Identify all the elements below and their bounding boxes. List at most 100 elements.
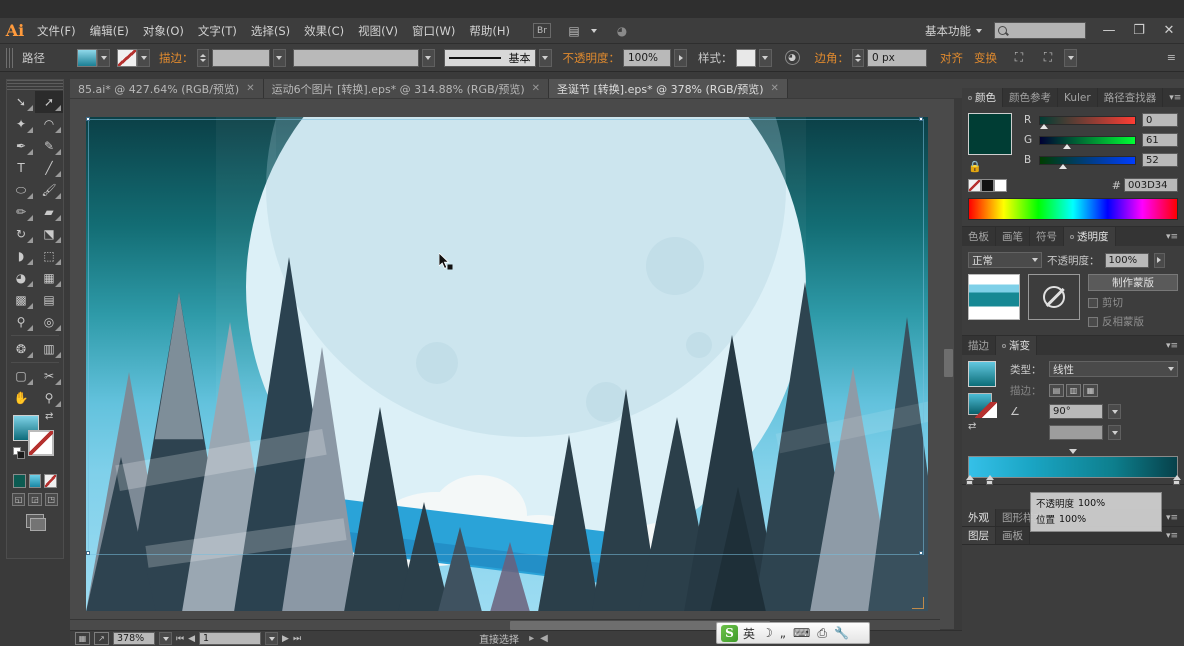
align-label[interactable]: 对齐: [940, 50, 963, 66]
type-tool[interactable]: T: [7, 157, 35, 179]
active-color-swatch[interactable]: [968, 113, 1012, 155]
gradient-angle-chevron-icon[interactable]: [1108, 404, 1121, 419]
gradient-midpoint-marker[interactable]: [1068, 449, 1077, 454]
shape-builder-tool[interactable]: ◕: [7, 267, 35, 289]
style-swatch[interactable]: [735, 48, 756, 67]
brush-dropdown-icon[interactable]: [538, 48, 552, 67]
gradient-panel-menu-icon[interactable]: ▾≡: [1160, 336, 1184, 355]
status-collapse-icon[interactable]: ◀: [540, 633, 548, 644]
channel-r-knob[interactable]: [1040, 123, 1048, 129]
status-menu-icon[interactable]: ▸: [529, 633, 534, 644]
transparency-object-thumbnail[interactable]: [968, 274, 1020, 320]
gradient-stroke-across-icon[interactable]: ▦: [1083, 384, 1098, 397]
blend-tool[interactable]: ◎: [35, 311, 63, 333]
stroke-profile-field[interactable]: [292, 48, 419, 67]
selection-tool[interactable]: ➘: [7, 91, 35, 113]
control-bar-menu-icon[interactable]: ≡: [1167, 51, 1176, 64]
transparency-mask-thumbnail[interactable]: [1028, 274, 1080, 320]
rotate-tool[interactable]: ↻: [7, 223, 35, 245]
hex-value-field[interactable]: 003D34: [1124, 178, 1178, 192]
style-dropdown-icon[interactable]: [758, 48, 772, 67]
opacity-field[interactable]: 100%: [623, 48, 671, 67]
artboard[interactable]: [86, 117, 928, 611]
ime-punctuation-icon[interactable]: „: [778, 626, 788, 640]
doc-tab-1-close-icon[interactable]: ✕: [532, 83, 540, 94]
tab-pathfinder[interactable]: 路径查找器: [1098, 88, 1164, 107]
line-segment-tool[interactable]: ╱: [35, 157, 63, 179]
mesh-tool[interactable]: ▩: [7, 289, 35, 311]
menu-effect[interactable]: 效果(C): [297, 19, 351, 43]
white-swatch[interactable]: [994, 178, 1007, 192]
tab-gradient[interactable]: 渐变: [996, 336, 1037, 355]
artboard-nav-first[interactable]: ⏮: [176, 634, 184, 644]
eyedropper-tool[interactable]: ⚲: [7, 311, 35, 333]
gradient-preview-thumbnail[interactable]: [968, 361, 996, 387]
transform-label[interactable]: 变换: [974, 50, 997, 66]
brush-definition-preview[interactable]: 基本: [443, 48, 536, 67]
share-on-behance-icon[interactable]: ↗: [94, 632, 109, 645]
color-panel-menu-icon[interactable]: ▾≡: [1163, 88, 1184, 107]
perspective-grid-tool[interactable]: ▦: [35, 267, 63, 289]
pen-tool[interactable]: ✒: [7, 135, 35, 157]
selection-anchor-bl[interactable]: [86, 551, 90, 555]
stroke-profile-dropdown-icon[interactable]: [421, 48, 435, 67]
close-button[interactable]: ✕: [1154, 20, 1184, 42]
transparency-opacity-stepper-icon[interactable]: [1153, 252, 1165, 268]
paintbrush-tool[interactable]: 🖌: [35, 179, 63, 201]
doc-tab-0-close-icon[interactable]: ✕: [246, 83, 254, 94]
blend-mode-dropdown[interactable]: 正常: [968, 252, 1042, 268]
blob-brush-tool[interactable]: ▰: [35, 201, 63, 223]
stroke-swatch[interactable]: [117, 48, 137, 67]
document-canvas[interactable]: [70, 99, 954, 629]
device-n-icon[interactable]: ▦: [75, 632, 90, 645]
default-fill-stroke-icon[interactable]: [13, 447, 25, 459]
channel-b-knob[interactable]: [1059, 163, 1067, 169]
menu-object[interactable]: 对象(O): [136, 19, 191, 43]
menu-select[interactable]: 选择(S): [244, 19, 297, 43]
menu-help[interactable]: 帮助(H): [462, 19, 517, 43]
gradient-aspect-chevron-icon[interactable]: [1108, 425, 1121, 440]
artboard-number-field[interactable]: 1: [199, 632, 262, 645]
select-similar-dropdown-icon[interactable]: [1064, 48, 1077, 67]
stroke-weight-field[interactable]: [211, 48, 270, 67]
selection-anchor-tl[interactable]: [86, 117, 90, 121]
tab-color-guide[interactable]: 颜色参考: [1003, 88, 1058, 107]
menu-window[interactable]: 窗口(W): [405, 19, 462, 43]
minimize-button[interactable]: —: [1094, 20, 1124, 42]
ime-moon-icon[interactable]: ☽: [760, 626, 775, 640]
vertical-scroll-thumb[interactable]: [944, 349, 953, 377]
gradient-stroke-along-icon[interactable]: ▥: [1066, 384, 1081, 397]
artboard-tool[interactable]: ▢: [7, 365, 35, 387]
gradient-slider-strip[interactable]: [965, 456, 1181, 485]
stroke-dropdown-icon[interactable]: [137, 48, 150, 67]
gradient-aspect-field[interactable]: [1049, 425, 1103, 440]
lasso-tool[interactable]: ◠: [35, 113, 63, 135]
symbol-sprayer-tool[interactable]: ❂: [7, 338, 35, 360]
none-swatch[interactable]: [968, 178, 981, 192]
gradient-type-dropdown[interactable]: 线性: [1049, 361, 1178, 377]
channel-b-slider[interactable]: [1039, 155, 1136, 169]
ime-settings-wrench-icon[interactable]: 🔧: [832, 626, 851, 640]
pencil-tool[interactable]: ✏: [7, 201, 35, 223]
column-graph-tool[interactable]: ▥: [35, 338, 63, 360]
transparency-panel-menu-icon[interactable]: ▾≡: [1160, 227, 1184, 246]
zoom-level-field[interactable]: 378%: [113, 632, 155, 645]
artboard-nav-next[interactable]: ▶: [282, 634, 289, 644]
workspace-selector[interactable]: 基本功能: [919, 21, 988, 41]
channel-r-value[interactable]: 0: [1142, 113, 1178, 127]
search-input[interactable]: [994, 22, 1086, 39]
tab-swatches[interactable]: 色板: [962, 227, 996, 246]
corner-field[interactable]: 0 px: [867, 48, 927, 67]
ime-language-mode[interactable]: 英: [741, 625, 757, 642]
gradient-stroke-within-icon[interactable]: ▤: [1049, 384, 1064, 397]
arrange-chevron-icon[interactable]: [589, 22, 599, 40]
bridge-icon[interactable]: Br: [532, 23, 551, 38]
ellipse-tool[interactable]: ⬭: [7, 179, 35, 201]
select-similar-icon[interactable]: ⛶: [1037, 49, 1059, 67]
screen-mode-button[interactable]: [7, 508, 63, 534]
tab-stroke[interactable]: 描边: [962, 336, 996, 355]
canvas-vertical-scrollbar[interactable]: [943, 99, 954, 619]
selection-anchor-tr[interactable]: [919, 117, 923, 121]
channel-r-slider[interactable]: [1039, 115, 1136, 129]
hand-tool[interactable]: ✋: [7, 387, 35, 409]
